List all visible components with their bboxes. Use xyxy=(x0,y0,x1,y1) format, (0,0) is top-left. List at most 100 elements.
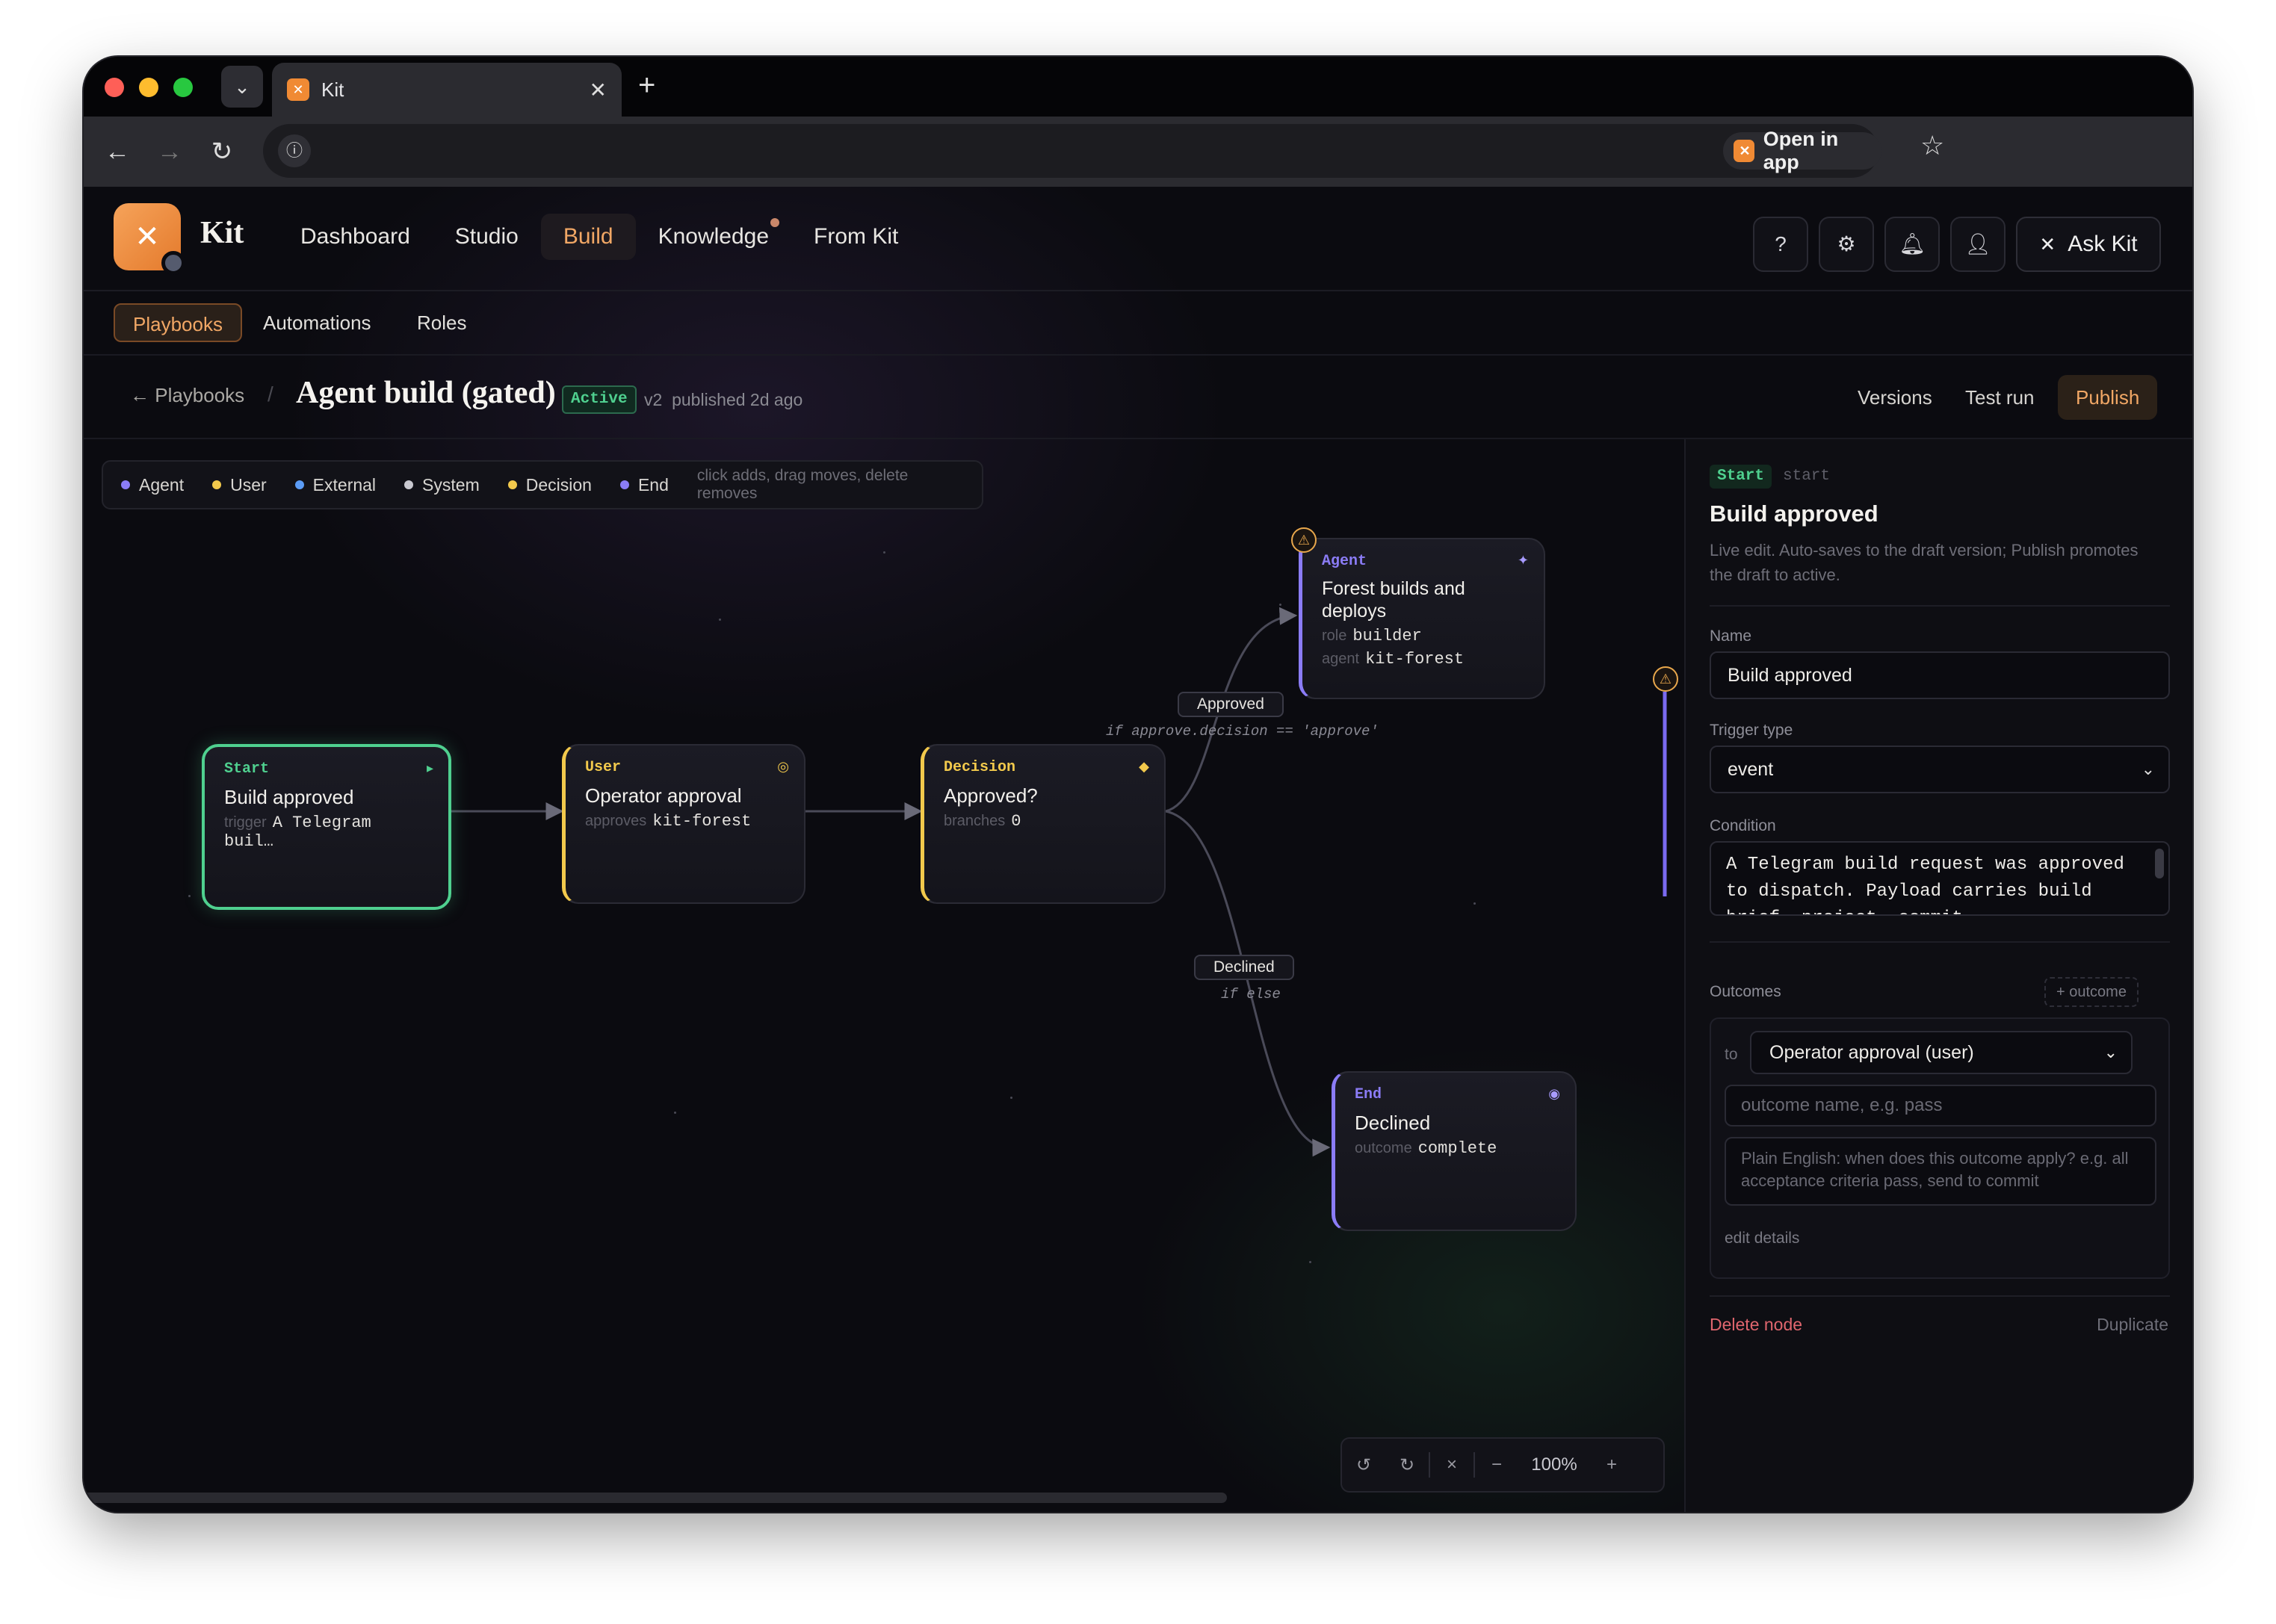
legend-system: System xyxy=(404,475,480,495)
subnav-roles[interactable]: Roles xyxy=(399,303,484,342)
edit-details-link[interactable]: edit details xyxy=(1725,1230,1799,1248)
divider xyxy=(1710,1295,2170,1297)
edge-label-approved[interactable]: Approved xyxy=(1178,692,1284,717)
tab-close-icon[interactable]: ✕ xyxy=(590,78,607,102)
breadcrumb-bar: ← Playbooks / Agent build (gated) Active… xyxy=(84,356,2192,439)
close-window-button[interactable] xyxy=(105,78,124,97)
outcome-when-textarea[interactable]: Plain English: when does this outcome ap… xyxy=(1725,1137,2156,1206)
redo-icon[interactable]: ↻ xyxy=(1385,1454,1429,1476)
nav-studio[interactable]: Studio xyxy=(433,214,541,260)
status-avatar-badge xyxy=(161,251,185,275)
outcome-card: to Operator approval (user) ⌄ outcome nam… xyxy=(1710,1017,2170,1279)
edge-label-declined[interactable]: Declined xyxy=(1194,955,1294,980)
subnav-playbooks[interactable]: Playbooks xyxy=(114,303,242,342)
start-node-meta: trigger A Telegram buil… xyxy=(224,813,429,851)
subnav-automations[interactable]: Automations xyxy=(245,303,389,342)
textarea-scrollbar[interactable] xyxy=(2155,849,2164,878)
browser-toolbar: ← → ↻ ⓘ Open in app ☆ xyxy=(84,117,2192,187)
user-circle-icon: ◎ xyxy=(777,759,789,774)
back-arrow-icon[interactable]: ← xyxy=(99,133,136,170)
flow-canvas[interactable]: Agent User External System Decision End … xyxy=(84,439,1684,1512)
nav-from-kit[interactable]: From Kit xyxy=(791,214,921,260)
browser-tab[interactable]: Kit ✕ xyxy=(272,63,622,117)
new-tab-button[interactable]: + xyxy=(638,70,655,100)
legend-external-label: External xyxy=(312,474,377,495)
legend-hint: click adds, drag moves, delete removes xyxy=(696,467,909,502)
tab-search-chevron-icon[interactable]: ⌄ xyxy=(221,66,263,108)
bookmark-star-icon[interactable]: ☆ xyxy=(1920,130,1944,161)
main-nav: Dashboard Studio Build Knowledge From Ki… xyxy=(278,214,921,260)
kit-logo[interactable] xyxy=(114,203,185,275)
user-node[interactable]: User ◎ Operator approval approves kit-for… xyxy=(562,744,805,904)
help-icon[interactable]: ? xyxy=(1753,217,1808,272)
zoom-out-button[interactable]: − xyxy=(1475,1454,1518,1475)
trigger-type-value: event xyxy=(1728,759,1774,780)
decision-node[interactable]: Decision ◆ Approved? branches 0 xyxy=(921,744,1166,904)
site-info-icon[interactable]: ⓘ xyxy=(278,134,311,167)
maximize-window-button[interactable] xyxy=(173,78,193,97)
condition-textarea[interactable]: A Telegram build request was approved to… xyxy=(1710,841,2170,916)
zoom-level: 100% xyxy=(1531,1454,1577,1475)
name-input[interactable]: Build approved xyxy=(1710,651,2170,699)
published-time: published 2d ago xyxy=(672,390,803,409)
node-type-legend: Agent User External System Decision End … xyxy=(102,460,983,509)
user-meta-key: approves xyxy=(585,813,647,829)
legend-system-label: System xyxy=(422,474,480,495)
node-type-badge: Start xyxy=(1710,465,1772,489)
user-node-meta: approves kit-forest xyxy=(585,812,785,831)
start-node-type: Start xyxy=(224,760,270,778)
add-outcome-button[interactable]: + outcome xyxy=(2044,977,2139,1007)
duplicate-button[interactable]: Duplicate xyxy=(2097,1315,2168,1335)
address-bar[interactable]: ⓘ Open in app ☆ xyxy=(263,124,1944,178)
minimize-window-button[interactable] xyxy=(139,78,158,97)
outcome-target-select[interactable]: Operator approval (user) ⌄ xyxy=(1750,1031,2133,1074)
decision-node-name: Approved? xyxy=(944,784,1038,807)
versions-button[interactable]: Versions xyxy=(1840,375,1950,420)
condition-text: A Telegram build request was approved to… xyxy=(1726,855,2124,914)
divider xyxy=(1710,941,2170,943)
test-run-button[interactable]: Test run xyxy=(1947,375,2053,420)
open-in-app-button[interactable]: Open in app xyxy=(1723,128,1881,173)
legend-decision: Decision xyxy=(507,475,592,495)
decision-meta-key: branches xyxy=(944,813,1006,829)
user-icon[interactable]: 👤︎ xyxy=(1950,217,2006,272)
trigger-type-label: Trigger type xyxy=(1710,722,1793,739)
publish-button[interactable]: Publish xyxy=(2058,375,2158,420)
browser-window: ⌄ Kit ✕ + ← → ↻ ⓘ Open in app ☆ Kit Dash… xyxy=(84,57,2192,1512)
kit-app: Kit Dashboard Studio Build Knowledge Fro… xyxy=(84,187,2192,1512)
zoom-in-button[interactable]: + xyxy=(1590,1454,1633,1475)
end-node-meta: outcome complete xyxy=(1355,1139,1556,1158)
forward-arrow-icon[interactable]: → xyxy=(151,133,188,170)
undo-icon[interactable]: ↺ xyxy=(1342,1454,1385,1476)
kit-favicon-icon xyxy=(287,78,309,101)
trigger-type-select[interactable]: event ⌄ xyxy=(1710,746,2170,793)
warning-icon[interactable]: ⚠ xyxy=(1291,527,1317,553)
delete-node-button[interactable]: Delete node xyxy=(1710,1315,1802,1335)
gear-icon[interactable]: ⚙ xyxy=(1819,217,1874,272)
nav-build[interactable]: Build xyxy=(540,214,636,260)
warning-icon[interactable]: ⚠ xyxy=(1653,666,1678,692)
notification-dot xyxy=(770,218,780,227)
user-node-type: User xyxy=(585,759,622,776)
end-node[interactable]: End ◉ Declined outcome complete xyxy=(1332,1071,1577,1231)
horizontal-scrollbar[interactable] xyxy=(84,1493,1227,1503)
zoom-controls: ↺ ↻ × − 100% + xyxy=(1340,1437,1665,1493)
outcome-to-label: to xyxy=(1725,1046,1738,1063)
ask-kit-button[interactable]: ✕ Ask Kit xyxy=(2016,217,2161,272)
start-node[interactable]: Start ▸ Build approved trigger A Telegram… xyxy=(202,744,451,910)
nav-knowledge[interactable]: Knowledge xyxy=(636,214,791,260)
back-to-playbooks-link[interactable]: ← Playbooks xyxy=(130,384,244,407)
fit-view-icon[interactable]: × xyxy=(1430,1454,1473,1475)
decision-node-meta: branches 0 xyxy=(944,812,1145,831)
agent-node[interactable]: Agent ✦ Forest builds and deploys role bu… xyxy=(1299,538,1545,699)
reload-icon[interactable]: ↻ xyxy=(203,133,241,170)
tab-title: Kit xyxy=(321,78,344,101)
nav-dashboard[interactable]: Dashboard xyxy=(278,214,433,260)
outcome-name-input[interactable]: outcome name, e.g. pass xyxy=(1725,1085,2156,1126)
legend-agent: Agent xyxy=(121,475,184,495)
agent-agent-value: kit-forest xyxy=(1365,650,1465,669)
end-meta-key: outcome xyxy=(1355,1140,1412,1156)
legend-agent-label: Agent xyxy=(139,474,185,495)
chevron-down-icon: ⌄ xyxy=(2103,1043,2118,1062)
bell-icon[interactable]: 🔔︎ xyxy=(1884,217,1940,272)
